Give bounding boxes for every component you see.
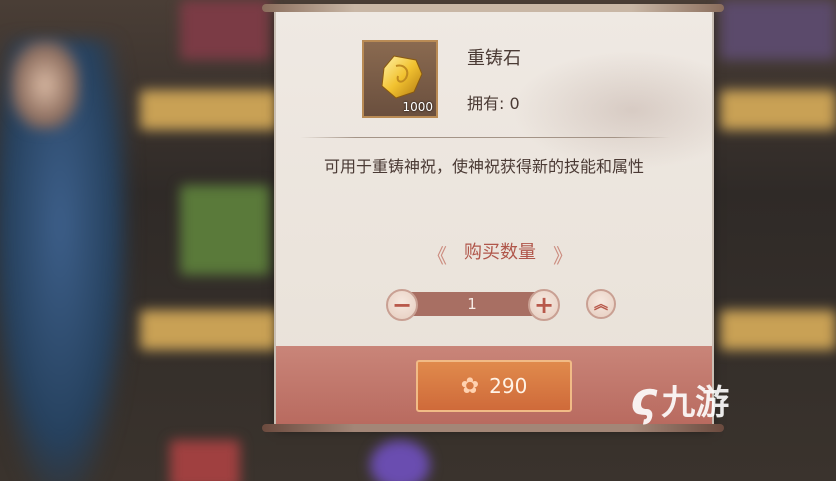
divider xyxy=(300,137,670,138)
flower-icon: ✿ xyxy=(460,373,480,399)
bg-card xyxy=(180,185,270,275)
nine-game-logo-icon: ς xyxy=(630,372,658,426)
max-quantity-button[interactable]: ︽ xyxy=(586,289,616,319)
purchase-quantity-title: 《 购买数量 》 xyxy=(427,236,573,268)
item-slot-quantity: 1000 xyxy=(402,100,433,114)
quantity-value[interactable]: 1 xyxy=(402,292,542,316)
item-name: 重铸石 xyxy=(467,48,521,69)
double-chevron-up-icon: ︽ xyxy=(594,297,608,313)
bg-card xyxy=(140,310,280,350)
plus-icon: + xyxy=(533,291,555,319)
bg-card xyxy=(140,90,280,130)
increase-quantity-button[interactable]: + xyxy=(528,289,560,321)
bg-card xyxy=(180,0,270,60)
owned-count: 拥有: 0 xyxy=(467,94,520,113)
scroll-rod-top xyxy=(262,4,724,12)
item-description: 可用于重铸神祝，使神祝获得新的技能和属性 xyxy=(324,157,645,176)
right-bracket-icon: 》 xyxy=(553,244,573,268)
golden-stone-icon xyxy=(381,55,423,99)
watermark-text: 九游 xyxy=(661,382,730,423)
character-face xyxy=(10,40,80,130)
buy-button[interactable]: ✿ 290 xyxy=(416,360,572,412)
item-slot: 1000 xyxy=(362,40,438,118)
bg-card xyxy=(720,90,836,130)
left-bracket-icon: 《 xyxy=(427,244,447,268)
watermark: ς 九游 xyxy=(630,372,729,426)
purchase-quantity-label: 购买数量 xyxy=(464,242,536,263)
bg-card xyxy=(720,0,836,60)
bg-card xyxy=(720,310,836,350)
bg-orb xyxy=(170,440,240,481)
minus-icon: − xyxy=(391,291,413,319)
decrease-quantity-button[interactable]: − xyxy=(386,289,418,321)
price-label: 290 xyxy=(489,374,528,398)
